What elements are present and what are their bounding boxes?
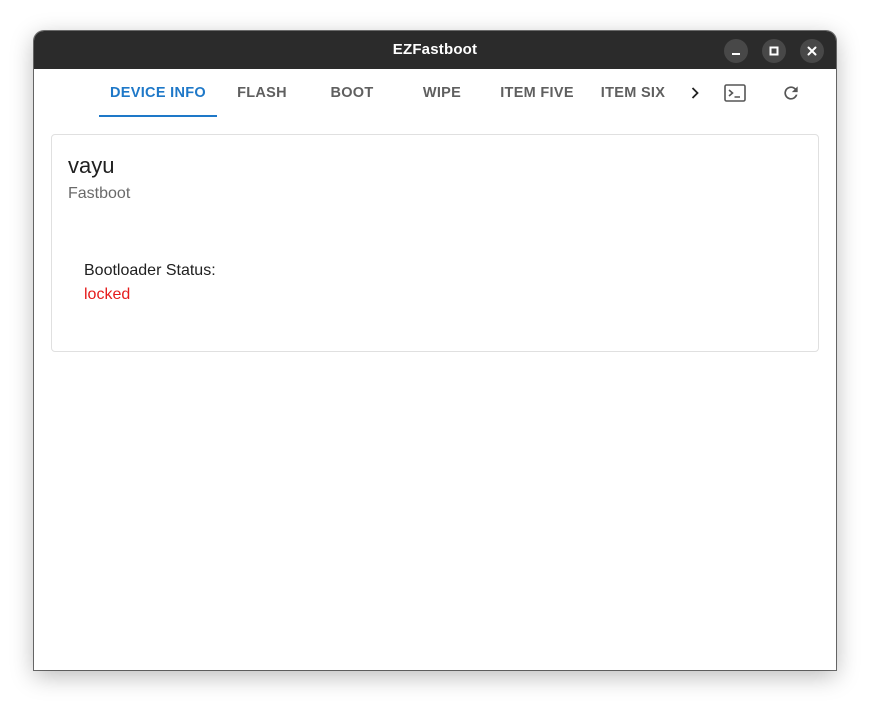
refresh-button[interactable]	[779, 81, 803, 105]
tab-item-five[interactable]: ITEM FIVE	[487, 69, 587, 117]
tab-scroll-right-button[interactable]	[683, 81, 707, 105]
tab-boot[interactable]: BOOT	[307, 69, 397, 117]
maximize-button[interactable]	[762, 39, 786, 63]
tab-wipe[interactable]: WIPE	[397, 69, 487, 117]
close-icon	[807, 46, 817, 56]
active-tab-indicator	[99, 115, 217, 117]
chevron-right-icon	[691, 87, 699, 99]
device-name: vayu	[68, 153, 115, 178]
tab-item-six[interactable]: ITEM SIX	[587, 69, 679, 117]
close-button[interactable]	[800, 39, 824, 63]
terminal-icon	[724, 84, 746, 102]
tab-device-info[interactable]: DEVICE INFO	[99, 69, 217, 117]
title-bar[interactable]: EZFastboot	[34, 31, 836, 69]
bootloader-status-label: Bootloader Status:	[84, 262, 216, 279]
window-title: EZFastboot	[392, 41, 478, 58]
refresh-icon	[784, 86, 798, 100]
terminal-button[interactable]	[723, 81, 747, 105]
tab-bar: DEVICE INFO FLASH BOOT WIPE ITEM FIVE IT…	[34, 69, 836, 117]
bootloader-status-value: locked	[84, 286, 131, 303]
device-info-card: vayu Fastboot Bootloader Status: locked	[51, 134, 819, 352]
device-mode: Fastboot	[68, 185, 131, 202]
maximize-icon	[769, 46, 779, 56]
app-window: EZFastboot DEVICE INFO FLASH BOOT WIPE I…	[34, 31, 836, 670]
minimize-button[interactable]	[724, 39, 748, 63]
minimize-icon	[732, 53, 740, 55]
tab-flash[interactable]: FLASH	[217, 69, 307, 117]
